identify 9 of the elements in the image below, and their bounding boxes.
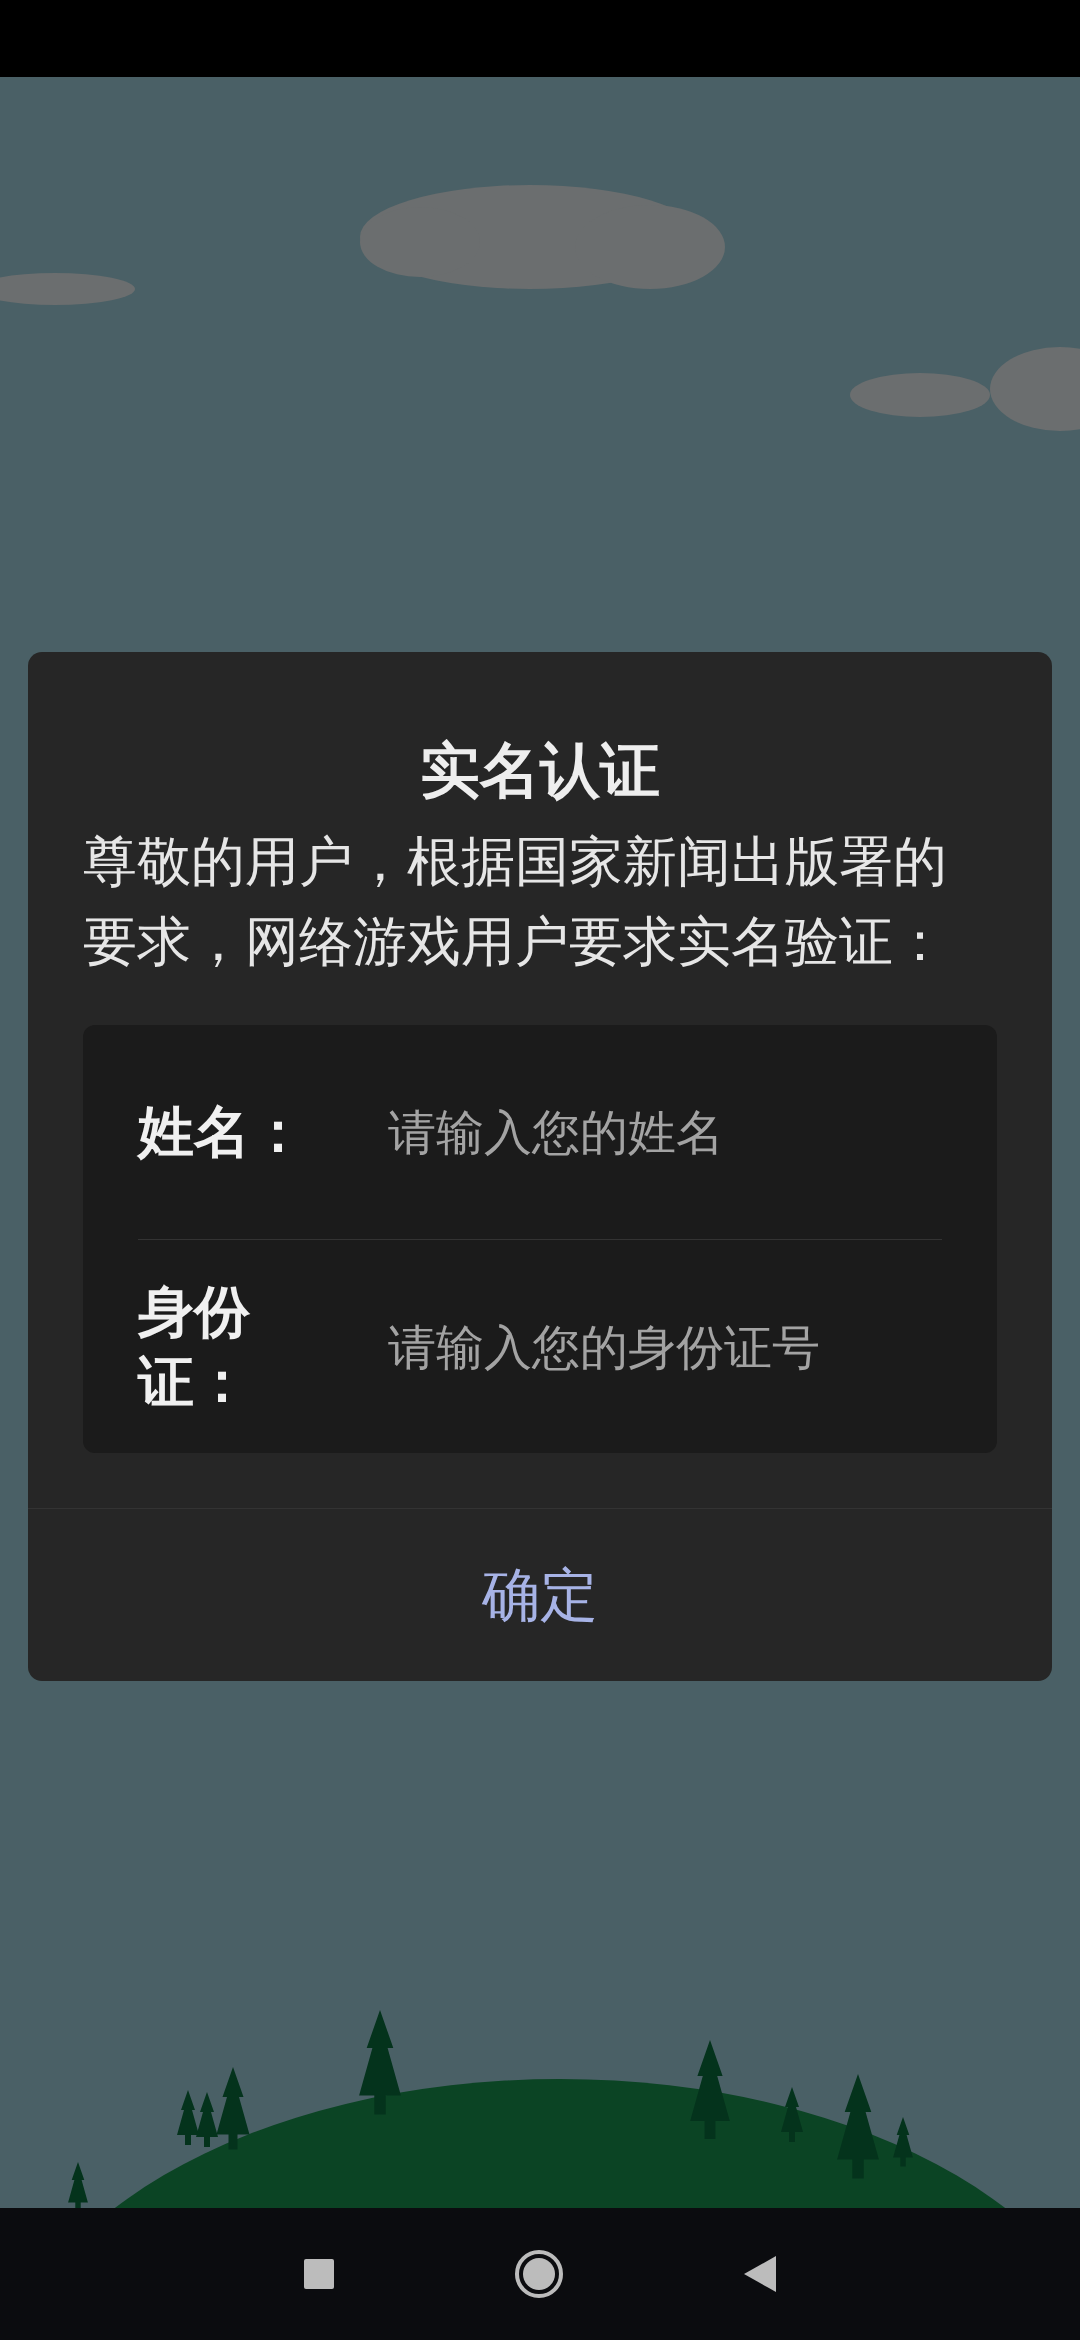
back-icon[interactable] bbox=[744, 2256, 776, 2292]
confirm-button[interactable]: 确定 bbox=[462, 1541, 618, 1649]
dialog-message: 尊敬的用户，根据国家新闻出版署的要求，网络游戏用户要求实名验证： bbox=[82, 829, 948, 975]
dialog-title: 实名认证 bbox=[419, 734, 661, 807]
input-field[interactable]: 请输入您的身份证号 bbox=[388, 1306, 942, 1387]
input-field[interactable]: 请输入您的姓名 bbox=[388, 1092, 942, 1172]
field-label: 身份证： bbox=[138, 1277, 251, 1416]
home-icon[interactable] bbox=[514, 2249, 564, 2299]
field-label: 姓名： bbox=[138, 1098, 307, 1166]
